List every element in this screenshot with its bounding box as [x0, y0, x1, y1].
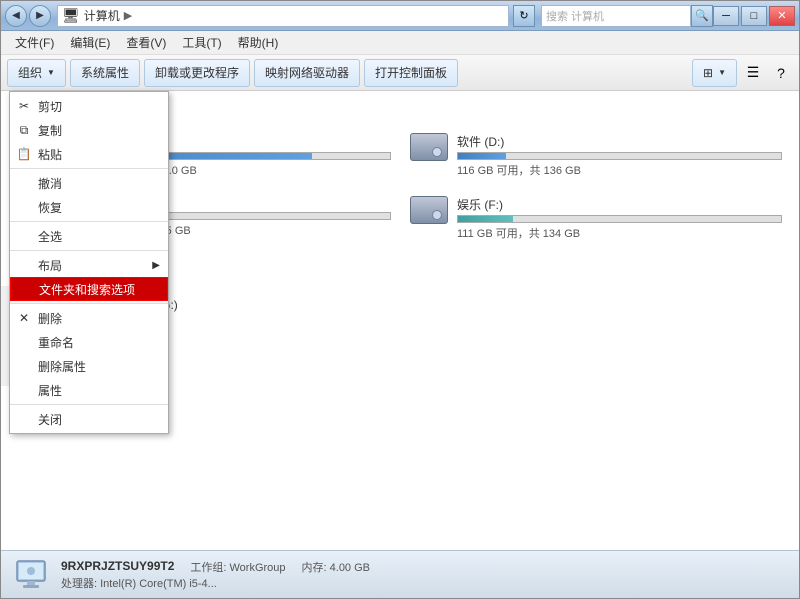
- view-options-button[interactable]: ⊞ ▼: [692, 59, 737, 87]
- details-view-button[interactable]: ☰: [741, 61, 765, 85]
- ctx-copy[interactable]: ⧉复制: [10, 118, 168, 142]
- forward-button[interactable]: ▶: [29, 5, 51, 27]
- drive-d-icon-container: [409, 133, 449, 161]
- maximize-button[interactable]: □: [741, 6, 767, 26]
- drive-f-bar-container: [457, 215, 782, 223]
- ctx-separator-1: [10, 168, 168, 169]
- status-row-1: 9RXPRJZTSUY99T2 工作组: WorkGroup 内存: 4.00 …: [61, 559, 370, 575]
- cut-icon: ✂: [16, 99, 32, 113]
- menu-tools[interactable]: 工具(T): [174, 32, 229, 53]
- drive-f-bar: [458, 216, 513, 222]
- workgroup: 工作组: WorkGroup: [190, 559, 285, 575]
- address-text: 计算机: [84, 7, 120, 24]
- drive-f[interactable]: 娱乐 (F:) 111 GB 可用，共 134 GB: [404, 191, 787, 246]
- ctx-close[interactable]: 关闭: [10, 407, 168, 431]
- ctx-delete[interactable]: ✕删除: [10, 306, 168, 330]
- back-button[interactable]: ◀: [5, 5, 27, 27]
- computer-icon: 🖥: [62, 7, 80, 24]
- drive-f-icon: [410, 196, 448, 224]
- delete-icon: ✕: [16, 311, 32, 325]
- drive-f-name: 娱乐 (F:): [457, 196, 782, 213]
- drive-d-icon: [410, 133, 448, 161]
- main-window: ◀ ▶ 🖥 计算机 ▶ ↻ 搜索 计算机 🔍 ─ □ ✕ 文件(F) 编辑(E)…: [0, 0, 800, 599]
- memory: 内存: 4.00 GB: [302, 559, 370, 575]
- menu-edit[interactable]: 编辑(E): [62, 32, 118, 53]
- ctx-properties[interactable]: 属性: [10, 378, 168, 402]
- drive-d-size: 116 GB 可用，共 136 GB: [457, 162, 782, 178]
- ctx-redo[interactable]: 恢复: [10, 195, 168, 219]
- search-button[interactable]: 🔍: [691, 5, 713, 27]
- control-panel-button[interactable]: 打开控制面板: [364, 59, 458, 87]
- drive-f-size: 111 GB 可用，共 134 GB: [457, 225, 782, 241]
- ctx-layout[interactable]: 布局▶: [10, 253, 168, 277]
- address-bar[interactable]: 🖥 计算机 ▶: [57, 5, 509, 27]
- status-bar: 9RXPRJZTSUY99T2 工作组: WorkGroup 内存: 4.00 …: [1, 550, 799, 598]
- menu-view[interactable]: 查看(V): [118, 32, 174, 53]
- system-props-button[interactable]: 系统属性: [70, 59, 140, 87]
- ctx-separator-3: [10, 250, 168, 251]
- search-bar[interactable]: 搜索 计算机: [541, 5, 691, 27]
- drive-d-name: 软件 (D:): [457, 133, 782, 150]
- map-drive-button[interactable]: 映射网络驱动器: [254, 59, 360, 87]
- title-bar: ◀ ▶ 🖥 计算机 ▶ ↻ 搜索 计算机 🔍 ─ □ ✕: [1, 1, 799, 31]
- drive-f-info: 娱乐 (F:) 111 GB 可用，共 134 GB: [457, 196, 782, 241]
- drive-d-bar: [458, 153, 506, 159]
- drive-f-icon-container: [409, 196, 449, 224]
- ctx-select-all[interactable]: 全选: [10, 224, 168, 248]
- status-pc-icon: [13, 557, 49, 593]
- organize-dropdown-arrow: ▼: [47, 68, 55, 77]
- status-info: 9RXPRJZTSUY99T2 工作组: WorkGroup 内存: 4.00 …: [61, 559, 370, 591]
- drive-d-bar-container: [457, 152, 782, 160]
- menu-bar: 文件(F) 编辑(E) 查看(V) 工具(T) 帮助(H): [1, 31, 799, 55]
- pc-name: 9RXPRJZTSUY99T2: [61, 559, 174, 575]
- toolbar-right: ⊞ ▼ ☰ ?: [692, 59, 793, 87]
- drive-d-info: 软件 (D:) 116 GB 可用，共 136 GB: [457, 133, 782, 178]
- search-placeholder: 搜索 计算机: [546, 8, 604, 24]
- address-arrow: ▶: [124, 9, 132, 22]
- ctx-separator-5: [10, 404, 168, 405]
- ctx-rename[interactable]: 重命名: [10, 330, 168, 354]
- paste-icon: 📋: [16, 147, 32, 161]
- ctx-separator-2: [10, 221, 168, 222]
- toolbar: 组织 ▼ 系统属性 卸载或更改程序 映射网络驱动器 打开控制面板 ⊞ ▼ ☰ ?: [1, 55, 799, 91]
- refresh-button[interactable]: ↻: [513, 5, 535, 27]
- drive-d[interactable]: 软件 (D:) 116 GB 可用，共 136 GB: [404, 128, 787, 183]
- uninstall-button[interactable]: 卸载或更改程序: [144, 59, 250, 87]
- menu-file[interactable]: 文件(F): [7, 32, 62, 53]
- copy-icon: ⧉: [16, 123, 32, 138]
- ctx-folder-options[interactable]: 文件夹和搜索选项: [10, 277, 168, 301]
- processor: 处理器: Intel(R) Core(TM) i5-4...: [61, 578, 217, 590]
- view-dropdown-arrow: ▼: [718, 68, 726, 77]
- main-area: ✂剪切 ⧉复制 📋粘贴 撤消 恢复 全选 布局▶ 文件夹和搜索选项 ✕删除 重命…: [1, 91, 799, 550]
- organize-button[interactable]: 组织 ▼: [7, 59, 66, 87]
- ctx-paste[interactable]: 📋粘贴: [10, 142, 168, 166]
- ctx-separator-4: [10, 303, 168, 304]
- close-button[interactable]: ✕: [769, 6, 795, 26]
- menu-help[interactable]: 帮助(H): [230, 32, 287, 53]
- context-menu: ✂剪切 ⧉复制 📋粘贴 撤消 恢复 全选 布局▶ 文件夹和搜索选项 ✕删除 重命…: [9, 91, 169, 434]
- ctx-undo[interactable]: 撤消: [10, 171, 168, 195]
- status-row-2: 处理器: Intel(R) Core(TM) i5-4...: [61, 575, 370, 591]
- nav-buttons: ◀ ▶: [5, 5, 51, 27]
- minimize-button[interactable]: ─: [713, 6, 739, 26]
- ctx-remove-props[interactable]: 删除属性: [10, 354, 168, 378]
- layout-arrow: ▶: [152, 260, 160, 271]
- ctx-cut[interactable]: ✂剪切: [10, 94, 168, 118]
- help-button[interactable]: ?: [769, 61, 793, 85]
- window-controls: ─ □ ✕: [713, 6, 795, 26]
- computer-svg: [13, 557, 49, 593]
